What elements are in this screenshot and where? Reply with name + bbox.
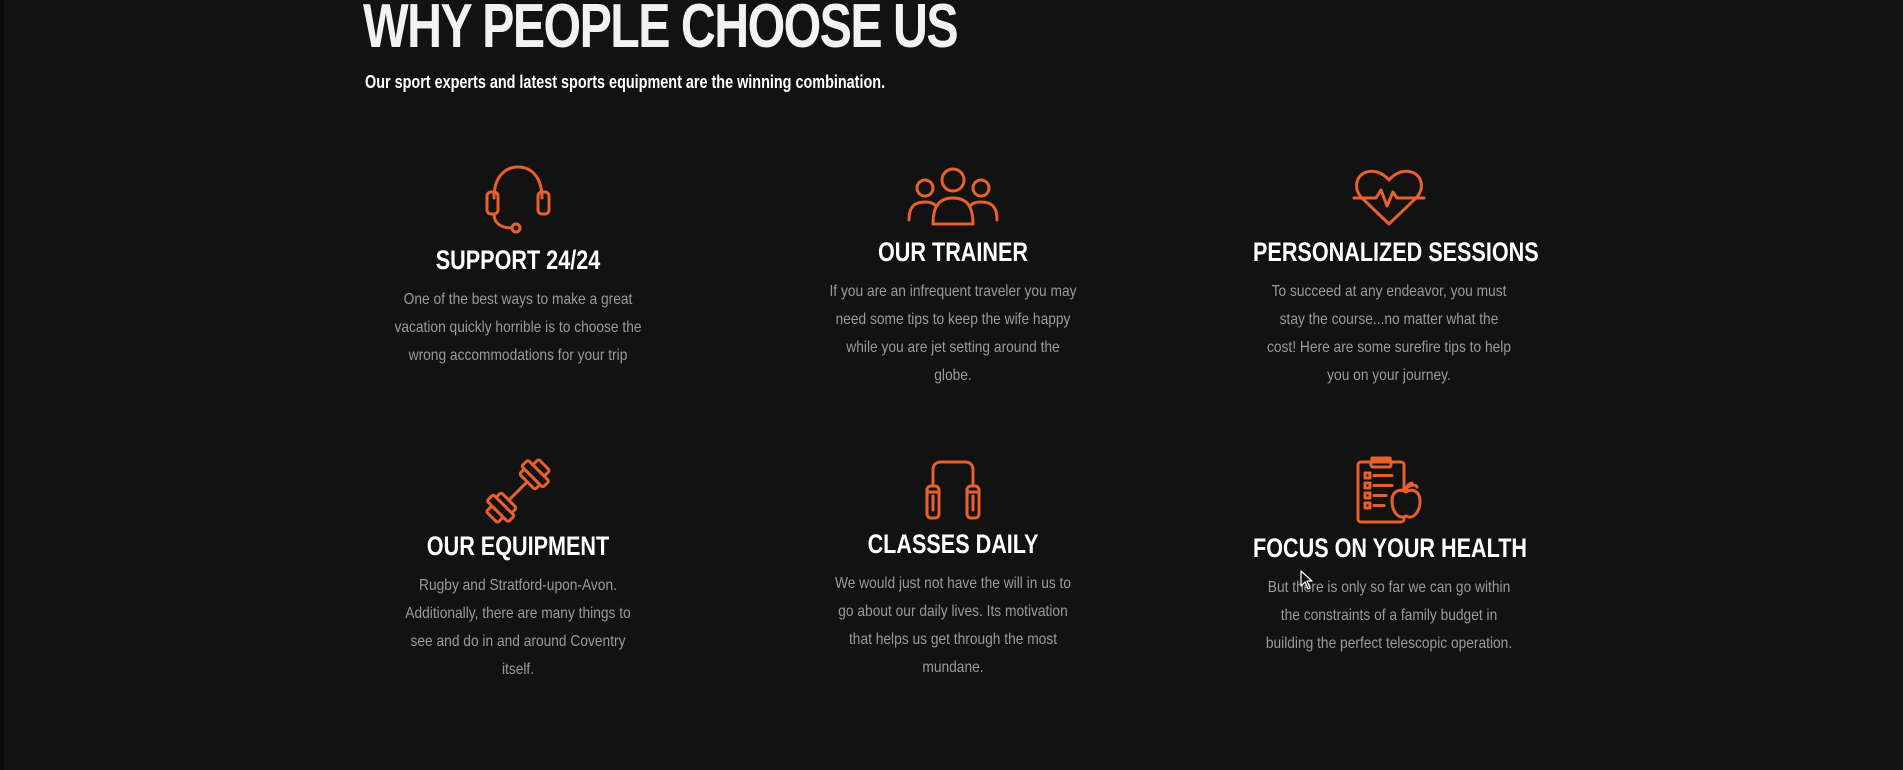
feature-title: FOCUS ON YOUR HEALTH [1253, 533, 1528, 563]
feature-description: We would just not have the will in us to… [834, 575, 1072, 677]
heart-pulse-icon [1219, 168, 1559, 228]
feature-title: SUPPORT 24/24 [435, 245, 601, 275]
feature-trainer: OUR TRAINER If you are an infrequent tra… [783, 166, 1123, 390]
headset-icon [348, 162, 688, 238]
feature-title: OUR EQUIPMENT [426, 531, 610, 561]
left-edge-strip [0, 0, 4, 770]
feature-description: One of the best ways to make a great vac… [394, 291, 642, 365]
clipboard-apple-icon [1219, 456, 1559, 526]
feature-focus-health: FOCUS ON YOUR HEALTH But there is only s… [1219, 456, 1559, 658]
feature-equipment: OUR EQUIPMENT Rugby and Stratford-upon-A… [348, 458, 688, 684]
jump-rope-icon [783, 460, 1123, 522]
feature-personalized-sessions: PERSONALIZED SESSIONS To succeed at any … [1219, 168, 1559, 390]
feature-title: PERSONALIZED SESSIONS [1253, 237, 1539, 267]
dumbbell-icon [348, 458, 688, 524]
feature-support: SUPPORT 24/24 One of the best ways to ma… [348, 162, 688, 370]
feature-description: To succeed at any endeavor, you must sta… [1267, 283, 1511, 385]
section-subtitle: Our sport experts and latest sports equi… [365, 72, 886, 92]
feature-classes-daily: CLASSES DAILY We would just not have the… [783, 460, 1123, 682]
feature-description: If you are an infrequent traveler you ma… [829, 283, 1077, 385]
feature-description: Rugby and Stratford-upon-Avon. Additiona… [405, 577, 631, 679]
mouse-cursor-icon [1300, 570, 1314, 595]
team-icon [783, 166, 1123, 228]
feature-title: CLASSES DAILY [867, 529, 1039, 559]
feature-title: OUR TRAINER [878, 237, 1028, 267]
section-title: WHY PEOPLE CHOOSE US [363, 0, 959, 61]
